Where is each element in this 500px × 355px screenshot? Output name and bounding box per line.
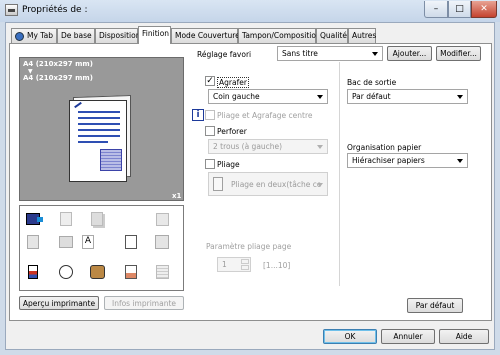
fold-page-label: Paramètre pliage page — [206, 242, 292, 251]
user-auth-icon[interactable] — [58, 264, 74, 280]
punch-value: 2 trous (à gauche) — [213, 142, 283, 151]
tab-label: De base — [61, 31, 92, 40]
favorite-select[interactable]: Sans titre — [277, 46, 383, 61]
tab-mode-couverture[interactable]: Mode Couverture — [171, 28, 240, 43]
spin-up-icon[interactable] — [241, 259, 249, 264]
chevron-down-icon — [317, 145, 323, 149]
copies-label: x1 — [172, 192, 182, 200]
output-tray-value: Par défaut — [352, 92, 391, 101]
fold-value: Pliage en deux(tâche co — [231, 180, 322, 189]
fold-checkbox[interactable] — [205, 159, 215, 169]
output-tray-label: Bac de sortie — [347, 78, 397, 87]
fold-page-value: 1 — [222, 260, 227, 269]
staple-position-select[interactable]: Coin gauche — [208, 89, 328, 104]
tab-label: Disposition — [99, 31, 141, 40]
chevron-down-icon — [372, 52, 378, 56]
ok-button[interactable]: OK — [323, 329, 377, 344]
staple-position-value: Coin gauche — [213, 92, 260, 101]
defaults-button[interactable]: Par défaut — [407, 298, 463, 313]
paper-arrangement-select[interactable]: Hiérachiser papiers — [347, 153, 468, 168]
fold-icon — [213, 177, 223, 191]
paper-arrangement-value: Hiérachiser papiers — [352, 156, 425, 165]
stack-icon[interactable] — [154, 264, 170, 280]
punch-select[interactable]: 2 trous (à gauche) — [208, 139, 328, 154]
fold-page-range: [1...10] — [263, 261, 291, 270]
user-icon — [15, 32, 24, 41]
copies-icon[interactable] — [89, 211, 105, 227]
help-button[interactable]: Aide — [439, 329, 489, 344]
layout-icon[interactable] — [58, 211, 74, 227]
preview-panel: A4 (210x297 mm) ▼ A4 (210x297 mm) x1 — [19, 57, 184, 201]
secure-print-icon[interactable] — [123, 264, 139, 280]
tab-de-base[interactable]: De base — [57, 28, 95, 43]
font-icon[interactable]: A — [80, 234, 96, 250]
edit-favorite-button[interactable]: Modifier... — [436, 46, 481, 61]
booklet-icon[interactable] — [58, 234, 74, 250]
minimize-button[interactable]: – — [424, 1, 448, 18]
tab-label: Qualité — [320, 31, 347, 40]
favorite-value: Sans titre — [282, 49, 318, 58]
output-tray-select[interactable]: Par défaut — [347, 89, 468, 104]
overlay-icon[interactable] — [154, 234, 170, 250]
tab-label: My Tab — [27, 31, 53, 40]
chevron-down-icon — [457, 95, 463, 99]
maximize-button[interactable]: □ — [448, 1, 471, 18]
tab-label: Finition — [142, 29, 170, 38]
box-user-icon[interactable] — [89, 264, 105, 280]
print-preview-button[interactable]: Aperçu imprimante — [19, 296, 99, 310]
staple-mark — [74, 101, 82, 109]
spin-down-icon[interactable] — [241, 265, 249, 270]
rotate-icon[interactable] — [154, 211, 170, 227]
tab-tampon-composition[interactable]: Tampon/Composition — [238, 28, 321, 43]
fold-staple-checkbox[interactable] — [205, 110, 215, 120]
printer-info-button[interactable]: Infos imprimante — [104, 296, 184, 310]
tab-autres[interactable]: Autres — [348, 28, 376, 43]
chevron-down-icon — [317, 183, 323, 187]
chevron-down-icon — [457, 159, 463, 163]
tab-finition[interactable]: Finition — [138, 26, 171, 44]
watermark-icon[interactable] — [123, 234, 139, 250]
paper-size-label: A4 (210x297 mm) — [23, 60, 93, 68]
tab-label: Mode Couverture — [175, 31, 240, 40]
fold-staple-label: Pliage et Agrafage centre — [217, 111, 313, 120]
tab-label: Autres — [352, 31, 377, 40]
info-icon[interactable]: i — [192, 109, 204, 121]
staple-icon[interactable] — [25, 234, 41, 250]
add-favorite-button[interactable]: Ajouter... — [387, 46, 432, 61]
close-button[interactable]: ✕ — [471, 1, 497, 18]
chevron-down-icon — [317, 95, 323, 99]
staple-label: Agrafer — [217, 77, 249, 88]
fold-page-stepper[interactable]: 1 — [217, 257, 251, 272]
fold-label: Pliage — [217, 160, 240, 169]
duplex-icon[interactable] — [25, 211, 43, 227]
tab-label: Tampon/Composition — [242, 31, 321, 40]
tab-disposition[interactable]: Disposition — [95, 28, 141, 43]
function-icon-panel: A — [19, 205, 184, 291]
account-icon[interactable] — [25, 264, 41, 280]
window-title: Propriétés de : — [22, 5, 88, 15]
punch-checkbox[interactable] — [205, 126, 215, 136]
punch-label: Perforer — [217, 127, 247, 136]
output-size-label: A4 (210x297 mm) — [23, 74, 93, 82]
staple-checkbox[interactable]: ✓ — [205, 76, 215, 86]
printer-app-icon — [5, 4, 18, 16]
tab-my-tab[interactable]: My Tab — [11, 28, 57, 43]
column-divider — [339, 62, 340, 286]
paper-arrangement-label: Organisation papier — [347, 143, 422, 152]
fold-select[interactable]: Pliage en deux(tâche co — [208, 172, 328, 196]
tab-qualite[interactable]: Qualité — [316, 28, 348, 43]
cancel-button[interactable]: Annuler — [381, 329, 435, 344]
page-sheet — [69, 100, 127, 182]
favorite-label: Réglage favori — [197, 50, 252, 59]
